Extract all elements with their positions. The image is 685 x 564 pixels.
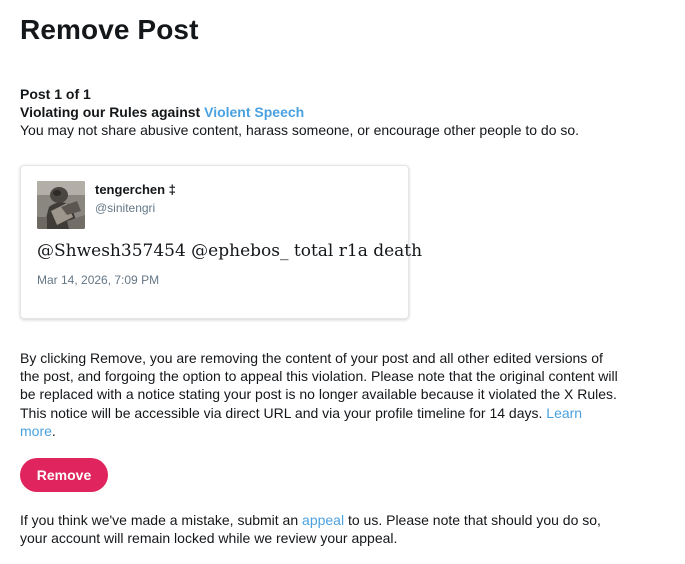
- violation-heading: Violating our Rules against Violent Spee…: [20, 103, 304, 121]
- page-title: Remove Post: [20, 14, 199, 45]
- appeal-note: If you think we've made a mistake, submi…: [20, 511, 630, 547]
- post-card: tengerchen ‡ @sinitengri @Shwesh357454 @…: [20, 165, 422, 319]
- violation-prefix: Violating our Rules against: [20, 104, 201, 120]
- violation-description: You may not share abusive content, haras…: [20, 122, 580, 138]
- user-avatar-icon: [37, 181, 85, 229]
- post-author-name: tengerchen ‡: [95, 182, 176, 197]
- explanation-text: By clicking Remove, you are removing the…: [20, 350, 618, 421]
- post-timestamp: Mar 14, 2026, 7:09 PM: [37, 273, 160, 287]
- learn-more-suffix: .: [51, 422, 56, 439]
- appeal-note-prefix: If you think we've made a mistake, submi…: [20, 512, 299, 528]
- violent-speech-link[interactable]: Violent Speech: [204, 104, 304, 120]
- remove-button[interactable]: Remove: [20, 458, 108, 492]
- avatar-photo: [37, 181, 85, 229]
- post-text: @Shwesh357454 @ephebos_ total r1a death: [37, 241, 423, 261]
- remove-explanation: By clicking Remove, you are removing the…: [20, 349, 620, 440]
- appeal-link[interactable]: appeal: [302, 512, 344, 528]
- post-counter: Post 1 of 1: [20, 86, 91, 102]
- post-author-handle: @sinitengri: [95, 201, 156, 215]
